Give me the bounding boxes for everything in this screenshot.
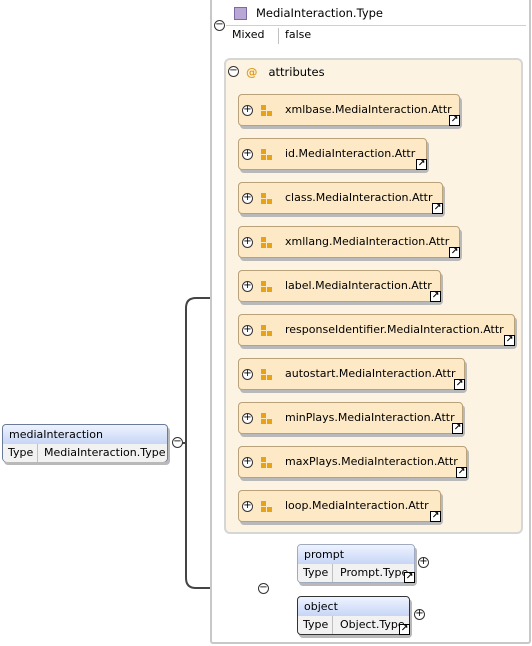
attribute-group-ref[interactable]: + xmllang.MediaInteraction.Attr ↗: [238, 226, 460, 258]
prompt-expand-toggle[interactable]: +: [418, 557, 429, 568]
object-expand-toggle[interactable]: +: [414, 609, 425, 620]
prompt-type-key: Type: [303, 566, 329, 579]
attribute-link-icon[interactable]: ↗: [449, 115, 460, 126]
attribute-group-ref[interactable]: + label.MediaInteraction.Attr ↗: [238, 270, 441, 302]
attribute-group-icon: [261, 325, 273, 337]
attribute-link-icon[interactable]: ↗: [504, 335, 515, 346]
attribute-group-icon: [261, 105, 273, 117]
attribute-expand-toggle[interactable]: +: [242, 501, 253, 512]
prompt-type-link-icon[interactable]: ↗: [404, 572, 415, 583]
attribute-group-label: xmllang.MediaInteraction.Attr: [285, 235, 450, 248]
sequence-collapse-toggle[interactable]: −: [258, 583, 269, 594]
attribute-expand-toggle[interactable]: +: [242, 193, 253, 204]
attribute-group-label: loop.MediaInteraction.Attr: [285, 499, 429, 512]
attribute-expand-toggle[interactable]: +: [242, 325, 253, 336]
object-type-key: Type: [303, 618, 329, 631]
type-collapse-toggle[interactable]: −: [214, 20, 225, 31]
attribute-group-label: autostart.MediaInteraction.Attr: [285, 367, 456, 380]
root-element-collapse-toggle[interactable]: −: [172, 437, 183, 448]
root-element-name: mediaInteraction: [9, 428, 103, 441]
attribute-group-icon: [261, 501, 273, 513]
attribute-group-ref[interactable]: + responseIdentifier.MediaInteraction.Att…: [238, 314, 515, 346]
attribute-link-icon[interactable]: ↗: [449, 247, 460, 258]
attribute-expand-toggle[interactable]: +: [242, 413, 253, 424]
root-type-value: MediaInteraction.Type: [44, 446, 166, 459]
attributes-header: @ attributes: [246, 65, 325, 79]
attributes-label: attributes: [268, 65, 325, 79]
attribute-group-label: minPlays.MediaInteraction.Attr: [285, 411, 455, 424]
attribute-link-icon[interactable]: ↗: [430, 291, 441, 302]
attribute-link-icon[interactable]: ↗: [430, 511, 441, 522]
attribute-group-icon: [261, 149, 273, 161]
complex-type-icon: [234, 7, 247, 20]
child-element-object[interactable]: object Type Object.Type ↗: [297, 596, 410, 635]
object-type-link-icon[interactable]: ↗: [399, 624, 410, 635]
attribute-group-label: xmlbase.MediaInteraction.Attr: [285, 103, 452, 116]
prompt-type-value: Prompt.Type: [340, 566, 409, 579]
attribute-link-icon[interactable]: ↗: [416, 159, 427, 170]
attribute-group-label: maxPlays.MediaInteraction.Attr: [285, 455, 458, 468]
attribute-group-label: responseIdentifier.MediaInteraction.Attr: [285, 323, 504, 336]
attribute-group-icon: [261, 457, 273, 469]
attribute-group-icon: [261, 369, 273, 381]
attribute-group-icon: [261, 413, 273, 425]
attribute-group-label: label.MediaInteraction.Attr: [285, 279, 432, 292]
attribute-expand-toggle[interactable]: +: [242, 105, 253, 116]
attribute-expand-toggle[interactable]: +: [242, 457, 253, 468]
attribute-group-label: id.MediaInteraction.Attr: [285, 147, 416, 160]
attribute-at-icon: @: [246, 65, 258, 79]
mixed-key: Mixed: [232, 28, 265, 41]
attribute-group-ref[interactable]: + id.MediaInteraction.Attr ↗: [238, 138, 427, 170]
mixed-value: false: [278, 28, 311, 44]
attribute-expand-toggle[interactable]: +: [242, 281, 253, 292]
attribute-link-icon[interactable]: ↗: [452, 423, 463, 434]
attribute-group-ref[interactable]: + maxPlays.MediaInteraction.Attr ↗: [238, 446, 467, 478]
attribute-link-icon[interactable]: ↗: [456, 467, 467, 478]
attribute-group-ref[interactable]: + xmlbase.MediaInteraction.Attr ↗: [238, 94, 460, 126]
attribute-group-icon: [261, 281, 273, 293]
attribute-expand-toggle[interactable]: +: [242, 237, 253, 248]
attribute-expand-toggle[interactable]: +: [242, 369, 253, 380]
attribute-group-icon: [261, 237, 273, 249]
mixed-property-row: Mixed false: [226, 25, 526, 44]
attribute-group-ref[interactable]: + loop.MediaInteraction.Attr ↗: [238, 490, 441, 522]
root-type-key: Type: [8, 446, 34, 459]
attributes-collapse-toggle[interactable]: −: [228, 66, 239, 77]
child-element-prompt[interactable]: prompt Type Prompt.Type ↗: [297, 544, 415, 583]
attribute-expand-toggle[interactable]: +: [242, 149, 253, 160]
attribute-link-icon[interactable]: ↗: [454, 379, 465, 390]
attribute-link-icon[interactable]: ↗: [432, 203, 443, 214]
attribute-group-ref[interactable]: + minPlays.MediaInteraction.Attr ↗: [238, 402, 463, 434]
prompt-element-name: prompt: [304, 548, 345, 561]
object-element-name: object: [304, 600, 338, 613]
attribute-group-label: class.MediaInteraction.Attr: [285, 191, 433, 204]
attribute-group-ref[interactable]: + class.MediaInteraction.Attr ↗: [238, 182, 443, 214]
type-name: MediaInteraction.Type: [256, 6, 383, 20]
object-type-value: Object.Type: [340, 618, 405, 631]
attribute-group-icon: [261, 193, 273, 205]
attribute-group-ref[interactable]: + autostart.MediaInteraction.Attr ↗: [238, 358, 465, 390]
root-element-mediainteraction[interactable]: mediaInteraction Type MediaInteraction.T…: [2, 424, 168, 462]
